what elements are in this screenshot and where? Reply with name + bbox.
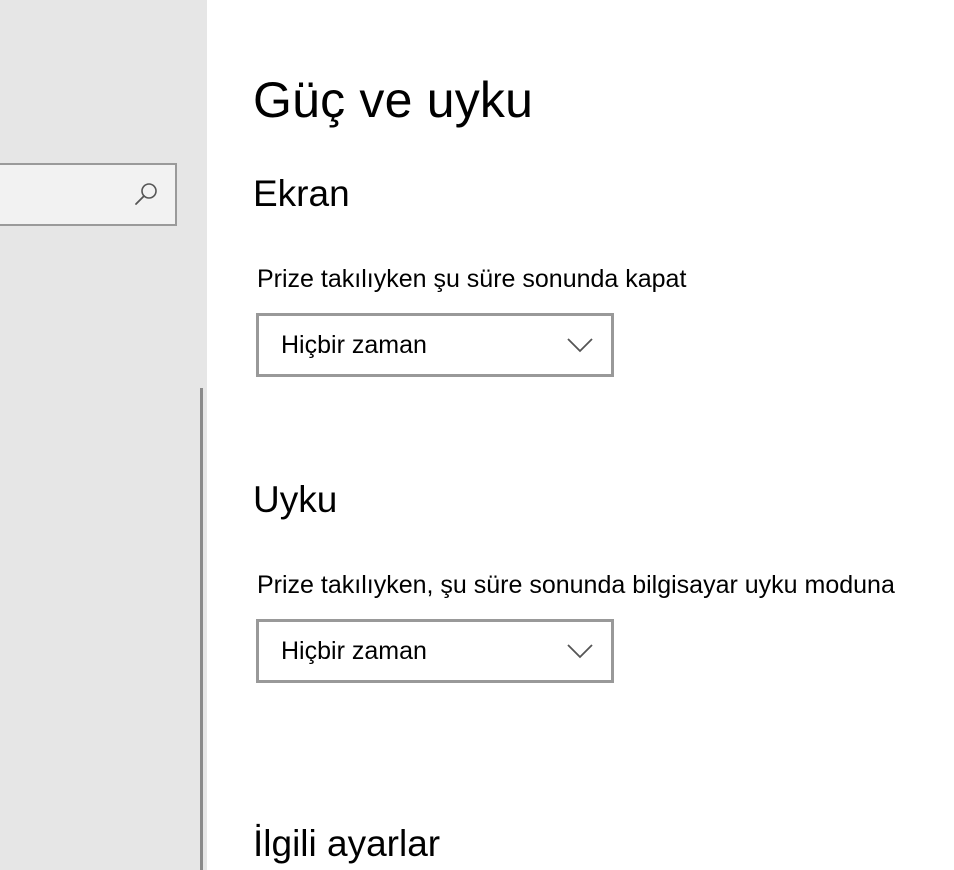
sleep-plugged-in-label: Prize takılıyken, şu süre sonunda bilgis… xyxy=(257,571,895,599)
sidebar xyxy=(0,0,207,870)
main-content: Güç ve uyku Ekran Prize takılıyken şu sü… xyxy=(207,0,954,870)
screen-plugged-in-label: Prize takılıyken şu süre sonunda kapat xyxy=(257,265,687,293)
section-title-sleep: Uyku xyxy=(253,479,338,520)
scroll-indicator[interactable] xyxy=(200,388,203,870)
section-title-screen: Ekran xyxy=(253,173,350,214)
screen-timeout-value: Hiçbir zaman xyxy=(281,331,427,359)
chevron-down-icon xyxy=(567,338,593,353)
chevron-down-icon xyxy=(567,644,593,659)
page-title: Güç ve uyku xyxy=(253,72,534,128)
sleep-timeout-dropdown[interactable]: Hiçbir zaman xyxy=(256,619,614,683)
screen-timeout-dropdown[interactable]: Hiçbir zaman xyxy=(256,313,614,377)
sleep-timeout-value: Hiçbir zaman xyxy=(281,637,427,665)
search-icon[interactable] xyxy=(133,181,159,207)
section-title-related-settings: İlgili ayarlar xyxy=(253,823,441,864)
search-input[interactable] xyxy=(0,163,177,226)
